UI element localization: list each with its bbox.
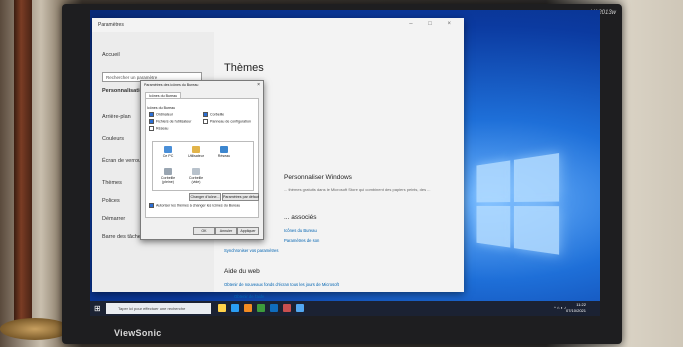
ok-button[interactable]: OK	[193, 227, 215, 235]
checkbox-network[interactable]: Réseau	[149, 126, 168, 131]
section-heading: Aide du web	[224, 268, 260, 275]
icon-preview-list[interactable]: Ce PC Utilisateur Réseau Corbeille (plei…	[152, 141, 254, 191]
close-icon[interactable]: ×	[257, 82, 260, 88]
nav-taskbar[interactable]: Barre des tâches	[102, 234, 144, 240]
taskbar-app-icon[interactable]	[296, 304, 304, 312]
nav-home[interactable]: Accueil	[102, 52, 120, 58]
get-help-link[interactable]: Obtenir de l'aide	[234, 294, 264, 299]
section-heading: ... associés	[284, 214, 317, 221]
checkbox-computer[interactable]: Ordinateur	[149, 112, 173, 117]
related-link[interactable]: Paramètres de son	[284, 238, 319, 243]
checkbox-control-panel[interactable]: Panneau de configuration	[203, 119, 251, 124]
monitor-brand-logo: ViewSonic	[114, 328, 162, 338]
start-icon[interactable]: ⊞	[94, 304, 103, 313]
recycle-bin-full-icon[interactable]: Corbeille (pleine)	[157, 168, 179, 184]
cancel-button[interactable]: Annuler	[215, 227, 237, 235]
restore-default-button[interactable]: Paramètres par défaut	[222, 193, 259, 201]
system-tray-icons[interactable]: ^ ⌂ ◖ ♪	[554, 305, 566, 310]
desktop-screen: Paramètres – □ × Accueil Rechercher un p…	[90, 10, 600, 316]
taskbar: ⊞ Taper ici pour effectuer une recherche…	[90, 301, 600, 316]
checkbox-user-files[interactable]: Fichiers de l'utilisateur	[149, 119, 191, 124]
taskbar-app-icon[interactable]	[270, 304, 278, 312]
network-icon[interactable]: Réseau	[213, 146, 235, 158]
taskbar-app-icon[interactable]	[283, 304, 291, 312]
window-controls[interactable]: – □ ×	[409, 21, 458, 27]
taskbar-app-icon[interactable]	[218, 304, 226, 312]
checkbox-allow-themes[interactable]: Autoriser les thèmes à changer les icône…	[149, 203, 240, 208]
section-heading: Personnaliser Windows	[284, 174, 352, 181]
nav-colors[interactable]: Couleurs	[102, 136, 124, 142]
brass-lamp-base	[0, 318, 70, 340]
nav-start[interactable]: Démarrer	[102, 216, 125, 222]
related-link[interactable]: Synchroniser vos paramètres	[224, 248, 278, 253]
checkbox-recycle-bin[interactable]: Corbeille	[203, 112, 224, 117]
taskbar-app-icon[interactable]	[244, 304, 252, 312]
related-link[interactable]: Icônes du Bureau	[284, 228, 317, 233]
wooden-lamp-pole	[14, 0, 32, 330]
section-description: ... thèmes gratuits dans le Microsoft St…	[284, 187, 431, 192]
nav-background[interactable]: Arrière-plan	[102, 114, 131, 120]
taskbar-app-icon[interactable]	[231, 304, 239, 312]
dialog-title: Paramètres des icônes du Bureau	[144, 83, 199, 87]
desktop-icon-settings-dialog: Paramètres des icônes du Bureau × Icônes…	[140, 80, 264, 240]
taskbar-search-input[interactable]: Taper ici pour effectuer une recherche	[106, 303, 211, 314]
settings-window: Paramètres – □ × Accueil Rechercher un p…	[92, 18, 464, 309]
this-pc-icon[interactable]: Ce PC	[157, 146, 179, 158]
monitor: VA2013w ViewSonic Paramètres – □ × Accue…	[62, 4, 622, 344]
nav-fonts[interactable]: Polices	[102, 198, 120, 204]
taskbar-app-icon[interactable]	[257, 304, 265, 312]
window-caption: Paramètres	[98, 22, 124, 28]
nav-themes[interactable]: Thèmes	[102, 180, 122, 186]
recycle-bin-empty-icon[interactable]: Corbeille (vide)	[185, 168, 207, 184]
group-label: Icônes du Bureau	[147, 106, 176, 110]
help-link[interactable]: Obtenir de nouveaux fonds d'écran tous l…	[224, 282, 339, 287]
change-icon-button[interactable]: Changer d'icône...	[189, 193, 221, 201]
windows-logo-wallpaper	[476, 153, 561, 258]
user-icon[interactable]: Utilisateur	[185, 146, 207, 158]
apply-button[interactable]: Appliquer	[237, 227, 259, 235]
clock-date: 07/10/2021	[565, 308, 586, 313]
page-title: Thèmes	[224, 62, 264, 74]
clock[interactable]: 11:22 07/10/2021	[566, 302, 586, 314]
